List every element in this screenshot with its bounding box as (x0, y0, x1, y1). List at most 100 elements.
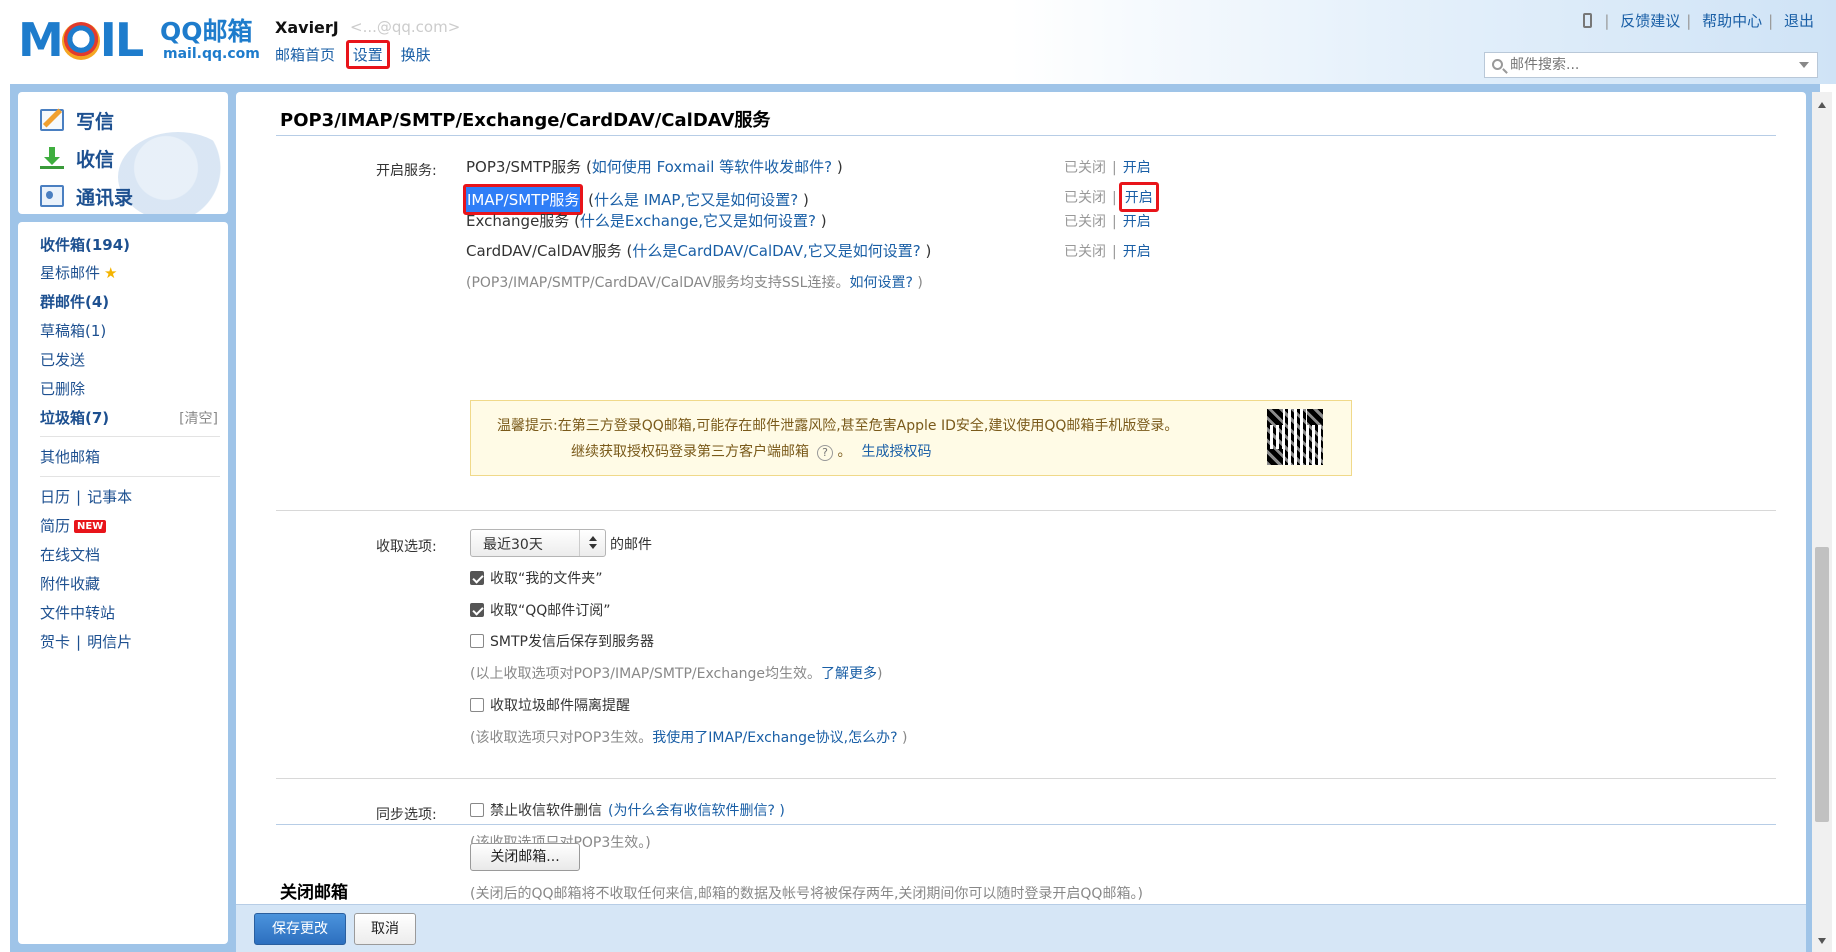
why-delete-link[interactable]: (为什么会有收信软件删信? ) (608, 800, 785, 820)
paren: ( (569, 212, 580, 230)
no-delete-checkbox[interactable] (470, 803, 484, 817)
sidebar-item-attachments[interactable]: 附件收藏 (40, 573, 100, 594)
paren: ) (798, 191, 809, 209)
service-row-exchange: Exchange服务 (什么是Exchange,它又是如何设置? ) (466, 210, 827, 231)
logo-domain: mail.qq.com (163, 46, 260, 62)
spam-clear-link[interactable]: [清空] (179, 408, 218, 428)
no-delete-label: 禁止收信软件删信 (490, 803, 602, 819)
service-help-link[interactable]: 什么是 IMAP,它又是如何设置? (594, 191, 798, 209)
ssl-howto-link[interactable]: 如何设置? (849, 275, 912, 291)
nav-skin[interactable]: 换肤 (401, 46, 431, 64)
sidebar-item-cards-row: 贺卡 | 明信片 (40, 631, 132, 652)
paren: ) (912, 275, 923, 291)
learn-more-link[interactable]: 了解更多 (821, 666, 877, 682)
separator: | (1112, 244, 1117, 260)
close-mailbox-button[interactable]: 关闭邮箱... (470, 843, 580, 871)
ssl-note: (POP3/IMAP/SMTP/CardDAV/CalDAV服务均支持SSL连接… (466, 272, 923, 292)
compose-button[interactable]: 写信 (40, 106, 114, 134)
contacts-icon (40, 185, 64, 207)
penguin-decoration-icon (118, 132, 228, 214)
sidebar-item-cards[interactable]: 贺卡 (40, 633, 70, 651)
feedback-link[interactable]: 反馈建议 (1620, 12, 1680, 30)
phone-icon[interactable] (1583, 13, 1593, 28)
divider (276, 135, 1776, 136)
enable-pop3-button[interactable]: 开启 (1123, 160, 1151, 176)
sidebar-item-notes[interactable]: 记事本 (87, 488, 132, 506)
option-my-folders: 收取“我的文件夹” (470, 568, 603, 588)
paren: ) (832, 158, 843, 176)
generate-auth-code-link[interactable]: 生成授权码 (861, 444, 931, 460)
spam-note: (该收取选项只对POP3生效。我使用了IMAP/Exchange协议,怎么办? … (470, 727, 907, 747)
smtp-save-checkbox[interactable] (470, 634, 484, 648)
cancel-button[interactable]: 取消 (354, 913, 416, 945)
divider (276, 510, 1776, 511)
receive-note: (以上收取选项对POP3/IMAP/SMTP/Exchange均生效。了解更多) (470, 663, 883, 683)
compose-label: 写信 (76, 110, 115, 133)
my-folders-checkbox[interactable] (470, 571, 484, 585)
sidebar-item-calendar[interactable]: 日历 (40, 488, 70, 506)
contacts-button[interactable]: 通讯录 (40, 182, 133, 210)
sidebar-item-docs[interactable]: 在线文档 (40, 544, 100, 565)
sidebar-item-deleted[interactable]: 已删除 (40, 378, 85, 399)
sidebar-item-file-transfer[interactable]: 文件中转站 (40, 602, 115, 623)
nav-settings[interactable]: 设置 (345, 40, 390, 69)
service-help-link[interactable]: 什么是Exchange,它又是如何设置? (580, 212, 816, 230)
compose-icon (40, 109, 64, 131)
service-help-link[interactable]: 如何使用 Foxmail 等软件收发邮件? (592, 158, 832, 176)
service-name: CardDAV/CalDAV服务 (466, 242, 622, 260)
spam-count: (7) (85, 409, 110, 427)
separator: | (1686, 12, 1692, 30)
enable-exchange-button[interactable]: 开启 (1123, 214, 1151, 230)
close-mailbox-note: (关闭后的QQ邮箱将不收取任何来信,邮箱的数据及帐号将被保存两年,关闭期间你可以… (470, 886, 1143, 902)
chevron-down-icon[interactable] (1799, 62, 1809, 68)
security-tip-box: 温馨提示:在第三方登录QQ邮箱,可能存在邮件泄露风险,甚至危害Apple ID安… (470, 400, 1352, 476)
sidebar-item-sent[interactable]: 已发送 (40, 349, 85, 370)
new-badge: NEW (74, 520, 107, 533)
paren: ) (877, 666, 883, 682)
help-center-link[interactable]: 帮助中心 (1702, 12, 1762, 30)
sidebar-folders: 收件箱(194) 星标邮件 ★ 群邮件(4) 草稿箱(1) 已发送 已删除 垃圾箱… (18, 222, 228, 944)
user-email: <...@qq.com> (350, 18, 461, 36)
enable-imap-button[interactable]: 开启 (1118, 182, 1159, 212)
page-scrollbar[interactable] (1812, 92, 1832, 952)
status-text: 已关闭 (1064, 160, 1106, 176)
separator: | (1604, 12, 1610, 30)
nav-mail-home[interactable]: 邮箱首页 (275, 46, 335, 64)
separator: | (1112, 160, 1117, 176)
paren: ( (621, 242, 633, 260)
sidebar-item-inbox[interactable]: 收件箱(194) (40, 234, 130, 255)
sidebar-item-resume[interactable]: 简历 NEW (40, 515, 107, 536)
scroll-up-icon[interactable] (1818, 102, 1826, 108)
qq-mail-logo[interactable]: M IL QQ邮箱 mail.qq.com (18, 16, 260, 66)
imap-exchange-help-link[interactable]: 我使用了IMAP/Exchange协议,怎么办? (652, 730, 897, 746)
enable-carddav-button[interactable]: 开启 (1123, 244, 1151, 260)
top-nav: 邮箱首页 设置 换肤 (275, 40, 439, 69)
sidebar-item-spam[interactable]: 垃圾箱(7) (40, 407, 109, 428)
subscriptions-label: 收取“QQ邮件订阅” (490, 603, 611, 619)
search-input[interactable] (1510, 55, 1780, 75)
search-icon (1492, 59, 1503, 70)
paren: ) (897, 730, 908, 746)
service-help-link[interactable]: 什么是CardDAV/CalDAV,它又是如何设置? (632, 242, 920, 260)
receive-icon (40, 147, 64, 169)
receive-range-select[interactable]: 最近30天 (470, 529, 606, 557)
section-title-close-mailbox: 关闭邮箱 (280, 883, 348, 903)
save-button[interactable]: 保存更改 (254, 913, 346, 945)
logout-link[interactable]: 退出 (1784, 12, 1814, 30)
select-arrows-icon (579, 530, 605, 556)
spam-isolation-checkbox[interactable] (470, 698, 484, 712)
sidebar-item-group[interactable]: 群邮件(4) (40, 291, 109, 312)
receive-button[interactable]: 收信 (40, 144, 114, 172)
subscriptions-checkbox[interactable] (470, 603, 484, 617)
tip-line-2-text: 继续获取授权码登录第三方客户端邮箱 (571, 444, 809, 460)
sidebar-item-drafts[interactable]: 草稿箱(1) (40, 320, 106, 341)
sidebar-actions: 写信 收信 通讯录 (18, 92, 228, 214)
sidebar-item-postcards[interactable]: 明信片 (87, 633, 132, 651)
receive-suffix: 的邮件 (610, 537, 652, 553)
sidebar-item-other-mailbox[interactable]: 其他邮箱 (40, 446, 100, 467)
scroll-down-icon[interactable] (1818, 938, 1826, 944)
scroll-thumb[interactable] (1815, 547, 1829, 822)
sidebar-item-starred[interactable]: 星标邮件 ★ (40, 262, 117, 283)
help-question-icon[interactable]: ? (817, 445, 833, 461)
mail-search[interactable] (1484, 52, 1818, 78)
